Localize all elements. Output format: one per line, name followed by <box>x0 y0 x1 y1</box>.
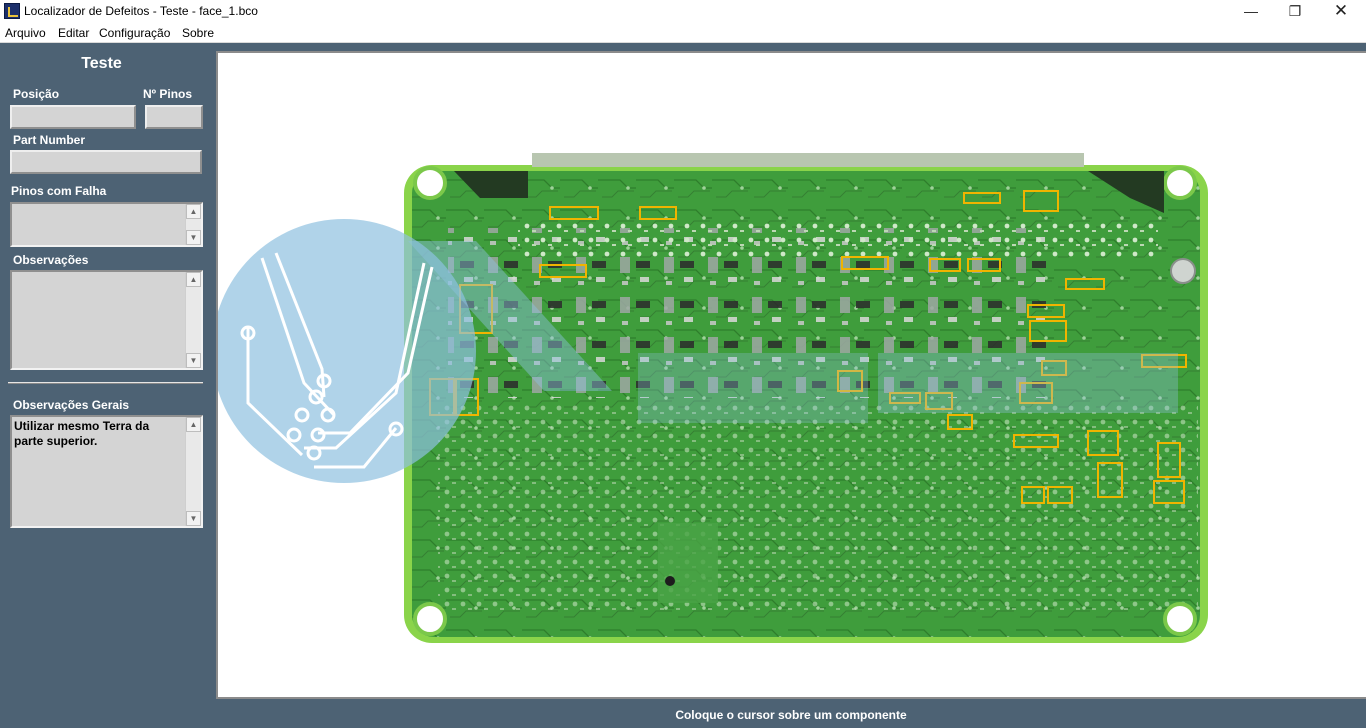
app-icon <box>4 3 20 19</box>
minimize-button[interactable]: — <box>1228 0 1274 24</box>
scroll-down-icon[interactable]: ▼ <box>186 353 201 368</box>
menu-editar[interactable]: Editar <box>58 26 89 40</box>
scroll-down-icon[interactable]: ▼ <box>186 511 201 526</box>
obs-gerais-scrollbar[interactable]: ▲ ▼ <box>185 417 201 526</box>
partnumber-field[interactable] <box>10 150 202 174</box>
board-viewer[interactable] <box>216 51 1366 699</box>
info-panel: Teste Posição Nº Pinos Part Number Pinos… <box>0 43 210 728</box>
maximize-button[interactable]: ❐ <box>1272 0 1318 24</box>
title-bar: Localizador de Defeitos - Teste - face_1… <box>0 0 1366 24</box>
menu-bar: Arquivo Editar Configuração Sobre <box>0 24 1366 43</box>
observacoes-label: Observações <box>13 253 89 267</box>
observacoes-scrollbar[interactable]: ▲ ▼ <box>185 272 201 368</box>
scroll-down-icon[interactable]: ▼ <box>186 230 201 245</box>
menu-configuracao[interactable]: Configuração <box>99 26 170 40</box>
npinos-field[interactable] <box>145 105 203 129</box>
partnumber-label: Part Number <box>13 133 86 147</box>
close-button[interactable]: ✕ <box>1318 0 1364 24</box>
pinos-falha-label: Pinos com Falha <box>11 184 107 198</box>
observacoes-field[interactable]: ▲ ▼ <box>10 270 203 370</box>
npinos-label: Nº Pinos <box>143 87 193 101</box>
circuit-board-image[interactable] <box>218 53 1366 699</box>
menu-arquivo[interactable]: Arquivo <box>5 26 46 40</box>
scroll-up-icon[interactable]: ▲ <box>186 272 201 287</box>
menu-sobre[interactable]: Sobre <box>182 26 214 40</box>
obs-gerais-text: Utilizar mesmo Terra da parte superior. <box>14 419 150 448</box>
panel-title: Teste <box>81 55 122 72</box>
pinos-falha-field[interactable]: ▲ ▼ <box>10 202 203 247</box>
window-title: Localizador de Defeitos - Teste - face_1… <box>24 4 258 18</box>
posicao-label: Posição <box>13 87 60 101</box>
pinos-falha-scrollbar[interactable]: ▲ ▼ <box>185 204 201 245</box>
scroll-up-icon[interactable]: ▲ <box>186 204 201 219</box>
obs-gerais-field[interactable]: Utilizar mesmo Terra da parte superior. … <box>10 415 203 528</box>
posicao-field[interactable] <box>10 105 136 129</box>
scroll-up-icon[interactable]: ▲ <box>186 417 201 432</box>
obs-gerais-label: Observações Gerais <box>13 398 130 412</box>
status-bar: Coloque o cursor sobre um componente <box>675 708 907 722</box>
panel-divider <box>8 382 203 384</box>
